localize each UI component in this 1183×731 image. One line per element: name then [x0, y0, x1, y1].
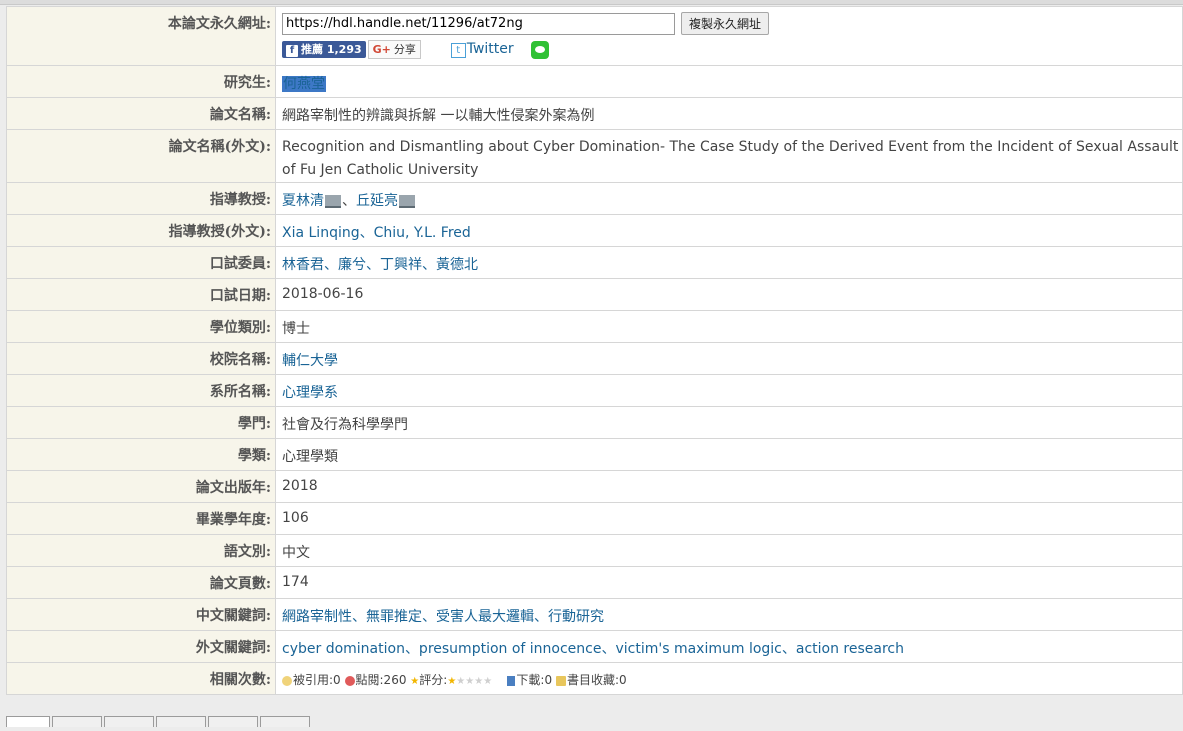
row-student: 研究生: 何燕堂 — [6, 65, 1183, 98]
row-advisor: 指導教授: 夏林清 、丘延亮 — [6, 182, 1183, 215]
row-degree: 學位類別: 博士 — [6, 310, 1183, 343]
label-oral-date: 口試日期: — [6, 278, 276, 311]
keywords-en-links[interactable]: cyber domination、presumption of innocenc… — [282, 641, 904, 657]
rating-star[interactable]: ★ — [456, 676, 465, 687]
label-student: 研究生: — [6, 65, 276, 98]
facebook-icon: f — [286, 45, 298, 57]
student-link[interactable]: 何燕堂 — [282, 76, 326, 92]
label-department: 系所名稱: — [6, 374, 276, 407]
label-pub-year: 論文出版年: — [6, 470, 276, 503]
thesis-metadata-table: 本論文永久網址: https://hdl.handle.net/11296/at… — [6, 6, 1183, 695]
thesis-title-en: Recognition and Dismantling about Cyber … — [282, 139, 1179, 178]
bottom-tab-1[interactable] — [6, 716, 50, 727]
language: 中文 — [282, 545, 310, 561]
bottom-tab-5[interactable] — [208, 716, 258, 727]
label-advisor-en: 指導教授(外文): — [6, 214, 276, 247]
label-field: 學類: — [6, 438, 276, 471]
value-permalink: https://hdl.handle.net/11296/at72ng 複製永久網… — [275, 6, 1183, 66]
top-edge — [0, 0, 1183, 5]
row-oral-date: 口試日期: 2018-06-16 — [6, 278, 1183, 311]
committee-links[interactable]: 林香君、廉兮、丁興祥、黃德北 — [282, 257, 478, 273]
label-discipline: 學門: — [6, 406, 276, 439]
download-icon — [507, 675, 516, 686]
label-language: 語文別: — [6, 534, 276, 567]
row-grad-year: 畢業學年度: 106 — [6, 502, 1183, 535]
row-title: 論文名稱: 網路宰制性的辨識與拆解 一以輔大性侵案外案為例 — [6, 97, 1183, 130]
professor-icon[interactable] — [325, 194, 341, 208]
row-stats: 相關次數: 被引用:0 點閱:260 ★評分:★★★★★ 下載:0 書目收藏:0 — [6, 662, 1183, 695]
label-school: 校院名稱: — [6, 342, 276, 375]
pub-year: 2018 — [282, 478, 318, 494]
label-permalink: 本論文永久網址: — [6, 6, 276, 66]
bookmark-icon — [555, 675, 566, 686]
row-advisor-en: 指導教授(外文): Xia Linqing、Chiu, Y.L. Fred — [6, 214, 1183, 247]
thesis-title: 網路宰制性的辨識與拆解 一以輔大性侵案外案為例 — [282, 108, 595, 124]
department-link[interactable]: 心理學系 — [282, 385, 338, 401]
row-school: 校院名稱: 輔仁大學 — [6, 342, 1183, 375]
views-count: 點閱:260 — [355, 673, 407, 687]
rating-star[interactable]: ★ — [483, 676, 492, 687]
stats-bar: 被引用:0 點閱:260 ★評分:★★★★★ 下載:0 書目收藏:0 — [282, 664, 627, 689]
row-committee: 口試委員: 林香君、廉兮、丁興祥、黃德北 — [6, 246, 1183, 279]
bookmark-count: 書目收藏:0 — [566, 673, 627, 687]
row-title-en: 論文名稱(外文): Recognition and Dismantling ab… — [6, 129, 1183, 183]
permalink-input[interactable]: https://hdl.handle.net/11296/at72ng — [282, 13, 675, 35]
bottom-tab-strip — [6, 712, 312, 727]
professor-icon[interactable] — [399, 194, 415, 208]
label-title-en: 論文名稱(外文): — [6, 129, 276, 183]
line-share-icon[interactable] — [531, 40, 550, 59]
school-link[interactable]: 輔仁大學 — [282, 353, 338, 369]
views-icon — [344, 675, 355, 686]
rating-star[interactable]: ★ — [474, 676, 483, 687]
row-permalink: 本論文永久網址: https://hdl.handle.net/11296/at… — [6, 6, 1183, 66]
label-stats: 相關次數: — [6, 662, 276, 695]
grad-year: 106 — [282, 510, 309, 526]
rating-icon: ★ — [410, 676, 420, 687]
google-plus-icon: G+ — [372, 43, 391, 56]
rating-label: 評分: — [419, 673, 448, 687]
row-pub-year: 論文出版年: 2018 — [6, 470, 1183, 503]
pages: 174 — [282, 574, 309, 590]
advisor-separator: 、 — [342, 193, 356, 209]
twitter-icon: t — [450, 43, 466, 58]
rating-star[interactable]: ★ — [447, 676, 456, 687]
field: 心理學類 — [282, 449, 338, 465]
cited-icon — [282, 675, 292, 686]
bottom-tab-3[interactable] — [104, 716, 154, 727]
keywords-zh-links[interactable]: 網路宰制性、無罪推定、受害人最大邏輯、行動研究 — [282, 609, 604, 625]
label-advisor: 指導教授: — [6, 182, 276, 215]
label-committee: 口試委員: — [6, 246, 276, 279]
label-keywords-zh: 中文關鍵詞: — [6, 598, 276, 631]
bottom-tab-4[interactable] — [156, 716, 206, 727]
discipline: 社會及行為科學學門 — [282, 417, 408, 433]
label-title: 論文名稱: — [6, 97, 276, 130]
row-keywords-zh: 中文關鍵詞: 網路宰制性、無罪推定、受害人最大邏輯、行動研究 — [6, 598, 1183, 631]
share-row: f 推薦 1,293 G+ 分享 t Twitter — [282, 40, 1182, 60]
degree: 博士 — [282, 321, 310, 337]
google-plus-share-button[interactable]: G+ 分享 — [367, 40, 421, 59]
label-grad-year: 畢業學年度: — [6, 502, 276, 535]
copy-permalink-button[interactable]: 複製永久網址 — [681, 12, 770, 35]
row-keywords-en: 外文關鍵詞: cyber domination、presumption of i… — [6, 630, 1183, 663]
label-pages: 論文頁數: — [6, 566, 276, 599]
label-degree: 學位類別: — [6, 310, 276, 343]
rating-star[interactable]: ★ — [465, 676, 474, 687]
row-discipline: 學門: 社會及行為科學學門 — [6, 406, 1183, 439]
advisor-link-2[interactable]: 丘延亮 — [356, 193, 398, 209]
oral-date: 2018-06-16 — [282, 286, 364, 302]
download-count: 下載:0 — [516, 673, 553, 687]
bottom-tab-6[interactable] — [260, 716, 310, 727]
rating-stars[interactable]: ★★★★★ — [447, 673, 492, 687]
cited-count: 被引用:0 — [293, 673, 341, 687]
twitter-share-link[interactable]: t Twitter — [450, 41, 514, 58]
row-pages: 論文頁數: 174 — [6, 566, 1183, 599]
label-keywords-en: 外文關鍵詞: — [6, 630, 276, 663]
row-field: 學類: 心理學類 — [6, 438, 1183, 471]
advisor-link-1[interactable]: 夏林清 — [282, 193, 324, 209]
row-language: 語文別: 中文 — [6, 534, 1183, 567]
facebook-like-button[interactable]: f 推薦 1,293 — [282, 41, 366, 58]
bottom-tab-2[interactable] — [52, 716, 102, 727]
advisor-en-link[interactable]: Xia Linqing、Chiu, Y.L. Fred — [282, 225, 471, 241]
row-department: 系所名稱: 心理學系 — [6, 374, 1183, 407]
